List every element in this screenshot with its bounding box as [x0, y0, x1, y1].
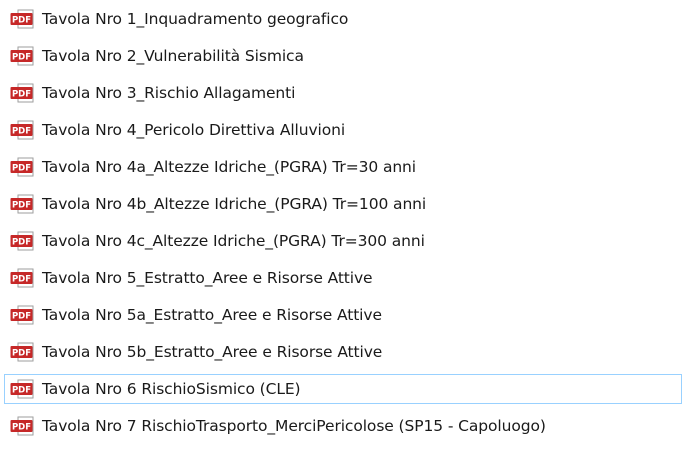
pdf-icon-label: PDF [12, 238, 31, 248]
pdf-icon-label: PDF [12, 16, 31, 26]
file-item[interactable]: PDF Tavola Nro 4_Pericolo Direttiva Allu… [4, 115, 682, 145]
file-name: Tavola Nro 4_Pericolo Direttiva Alluvion… [42, 121, 346, 139]
pdf-file-icon: PDF [10, 268, 34, 288]
file-item[interactable]: PDF Tavola Nro 5_Estratto_Aree e Risorse… [4, 263, 682, 293]
pdf-icon-label: PDF [12, 90, 31, 100]
file-item-focused[interactable]: PDF Tavola Nro 6 RischioSismico (CLE) [4, 374, 682, 404]
file-name: Tavola Nro 4b_Altezze Idriche_(PGRA) Tr=… [42, 195, 427, 213]
pdf-icon-label: PDF [12, 53, 31, 63]
pdf-file-icon: PDF [10, 305, 34, 325]
pdf-file-icon: PDF [10, 379, 34, 399]
pdf-icon-label: PDF [12, 386, 31, 396]
file-item[interactable]: PDF Tavola Nro 7 RischioTrasporto_MerciP… [4, 411, 682, 441]
file-item[interactable]: PDF Tavola Nro 5a_Estratto_Aree e Risors… [4, 300, 682, 330]
pdf-icon-label: PDF [12, 423, 31, 433]
file-name: Tavola Nro 3_Rischio Allagamenti [42, 84, 296, 102]
pdf-file-icon: PDF [10, 46, 34, 66]
pdf-icon-label: PDF [12, 164, 31, 174]
file-item[interactable]: PDF Tavola Nro 2_Vulnerabilità Sismica [4, 41, 682, 71]
file-name: Tavola Nro 4c_Altezze Idriche_(PGRA) Tr=… [42, 232, 425, 250]
file-name: Tavola Nro 1_Inquadramento geografico [42, 10, 349, 28]
file-name: Tavola Nro 6 RischioSismico (CLE) [42, 380, 301, 398]
file-name: Tavola Nro 4a_Altezze Idriche_(PGRA) Tr=… [42, 158, 416, 176]
file-name: Tavola Nro 2_Vulnerabilità Sismica [42, 47, 304, 65]
file-item[interactable]: PDF Tavola Nro 4a_Altezze Idriche_(PGRA)… [4, 152, 682, 182]
pdf-icon-label: PDF [12, 312, 31, 322]
pdf-icon-label: PDF [12, 275, 31, 285]
file-item[interactable]: PDF Tavola Nro 5b_Estratto_Aree e Risors… [4, 337, 682, 367]
pdf-file-icon: PDF [10, 231, 34, 251]
file-item[interactable]: PDF Tavola Nro 1_Inquadramento geografic… [4, 4, 682, 34]
pdf-icon-label: PDF [12, 127, 31, 137]
file-item[interactable]: PDF Tavola Nro 3_Rischio Allagamenti [4, 78, 682, 108]
pdf-file-icon: PDF [10, 9, 34, 29]
file-name: Tavola Nro 5_Estratto_Aree e Risorse Att… [42, 269, 373, 287]
pdf-icon-label: PDF [12, 349, 31, 359]
pdf-file-icon: PDF [10, 416, 34, 436]
file-name: Tavola Nro 7 RischioTrasporto_MerciPeric… [42, 417, 546, 435]
file-list: PDF Tavola Nro 1_Inquadramento geografic… [0, 0, 682, 452]
file-name: Tavola Nro 5a_Estratto_Aree e Risorse At… [42, 306, 382, 324]
file-item[interactable]: PDF Tavola Nro 4c_Altezze Idriche_(PGRA)… [4, 226, 682, 256]
pdf-file-icon: PDF [10, 120, 34, 140]
pdf-icon-label: PDF [12, 201, 31, 211]
pdf-file-icon: PDF [10, 194, 34, 214]
pdf-file-icon: PDF [10, 83, 34, 103]
pdf-file-icon: PDF [10, 342, 34, 362]
file-name: Tavola Nro 5b_Estratto_Aree e Risorse At… [42, 343, 383, 361]
pdf-file-icon: PDF [10, 157, 34, 177]
file-item[interactable]: PDF Tavola Nro 4b_Altezze Idriche_(PGRA)… [4, 189, 682, 219]
